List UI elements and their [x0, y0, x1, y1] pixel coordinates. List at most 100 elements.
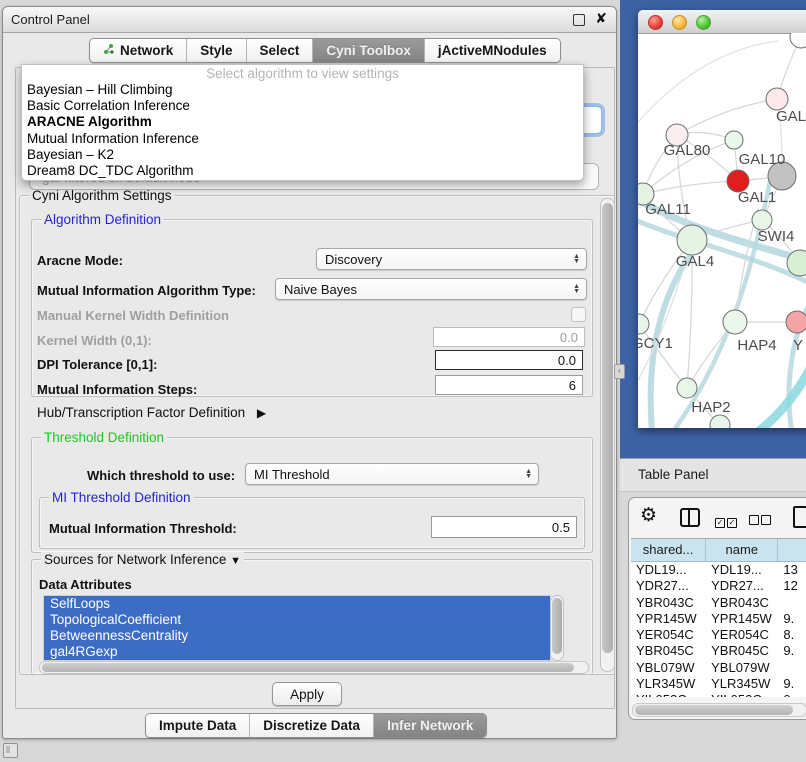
- tab-jactivemnodules[interactable]: jActiveMNodules: [425, 39, 560, 62]
- gear-icon[interactable]: ⚙: [640, 504, 657, 527]
- table-hscrollbar[interactable]: [632, 703, 806, 717]
- attribute-list-scrollbar-thumb[interactable]: [552, 598, 562, 654]
- hub-section-toggle[interactable]: Hub/Transcription Factor Definition ▶: [37, 405, 266, 420]
- table-cell: 9.: [778, 676, 806, 692]
- table-cell: YIL052C: [631, 692, 706, 697]
- table-row[interactable]: YER054CYER054C8.: [631, 627, 806, 643]
- dpi-tolerance-field[interactable]: 0.0: [435, 350, 583, 370]
- aracne-mode-combo[interactable]: Discovery ▲▼: [316, 248, 587, 270]
- panel-splitter-handle[interactable]: ‹: [614, 364, 625, 379]
- network-canvas-container: GALGAL80GAL10GAL1GAL11SWI4GAL4GCY1HAP4YH…: [638, 33, 806, 428]
- node-gal10[interactable]: [725, 131, 743, 149]
- group-title: Algorithm Definition: [41, 212, 164, 227]
- table-row[interactable]: YPR145WYPR145W9.: [631, 611, 806, 627]
- table-hscrollbar-thumb[interactable]: [635, 705, 793, 715]
- network-edge[interactable]: [639, 324, 687, 388]
- settings-scrollbar-thumb[interactable]: [602, 203, 613, 653]
- attribute-list-scrollbar[interactable]: [550, 595, 564, 661]
- tab-discretize-data[interactable]: Discretize Data: [250, 714, 374, 737]
- deselect-all-icon[interactable]: [749, 512, 771, 530]
- table-row[interactable]: YLR345WYLR345W9.: [631, 676, 806, 692]
- table-cell: [778, 660, 806, 676]
- table-cell: 12: [778, 578, 806, 594]
- zoom-traffic-light[interactable]: [696, 15, 711, 30]
- float-window-icon[interactable]: [573, 14, 585, 26]
- table-row[interactable]: YBL079WYBL079W: [631, 660, 806, 676]
- control-panel-titlebar[interactable]: Control Panel ✘: [3, 7, 616, 33]
- apply-button[interactable]: Apply: [272, 682, 342, 706]
- attribute-item[interactable]: TopologicalCoefficient: [44, 612, 550, 628]
- node-label: GAL1: [738, 189, 776, 206]
- mi-algorithm-type-combo[interactable]: Naive Bayes ▲▼: [275, 278, 587, 300]
- network-window-titlebar[interactable]: [638, 10, 806, 34]
- table-panel-card: ⚙ ✓✓ shared... name YDL19...YDL19...13YD…: [628, 497, 806, 720]
- mi-threshold-label: Mutual Information Threshold:: [49, 521, 237, 536]
- column-header[interactable]: name: [706, 539, 778, 561]
- algorithm-popup: Select algorithm to view settings Bayesi…: [21, 64, 584, 181]
- control-panel-title: Control Panel: [11, 12, 90, 27]
- tab-style[interactable]: Style: [187, 39, 246, 62]
- manual-kernel-checkbox[interactable]: [571, 307, 586, 322]
- network-edge[interactable]: [643, 181, 738, 194]
- node-hap4[interactable]: [723, 310, 747, 334]
- attribute-item[interactable]: SelfLoops: [44, 596, 550, 612]
- tab-cyni-toolbox[interactable]: Cyni Toolbox: [313, 39, 425, 62]
- export-table-icon[interactable]: [793, 506, 806, 528]
- tab-infer-network[interactable]: Infer Network: [374, 714, 486, 737]
- minimize-traffic-light[interactable]: [672, 15, 687, 30]
- popup-item[interactable]: Bayesian – K2: [22, 147, 583, 163]
- attribute-item[interactable]: BetweennessCentrality: [44, 628, 550, 644]
- node-hap2[interactable]: [677, 378, 697, 398]
- table-row[interactable]: YIL052CYIL052C0.: [631, 692, 806, 697]
- combo-arrows-icon: ▲▼: [573, 254, 580, 264]
- column-header[interactable]: shared...: [631, 539, 706, 561]
- tab-select[interactable]: Select: [247, 39, 314, 62]
- popup-item[interactable]: Dream8 DC_TDC Algorithm: [22, 163, 583, 179]
- node-gal4[interactable]: [677, 225, 707, 255]
- settings-scrollbar[interactable]: [600, 198, 615, 672]
- sources-hscrollbar-thumb[interactable]: [42, 663, 574, 672]
- tab-impute-data[interactable]: Impute Data: [146, 714, 250, 737]
- which-threshold-combo[interactable]: MI Threshold ▲▼: [245, 463, 539, 485]
- table-row[interactable]: YBR045CYBR045C9.: [631, 643, 806, 659]
- node-gal7[interactable]: [766, 88, 788, 110]
- network-canvas[interactable]: GALGAL80GAL10GAL1GAL11SWI4GAL4GCY1HAP4YH…: [638, 33, 806, 428]
- network-edge[interactable]: [638, 41, 778, 128]
- table-cell: YDR27...: [706, 578, 778, 594]
- table-row[interactable]: YBR043CYBR043C: [631, 595, 806, 611]
- attribute-item[interactable]: gal4RGexp: [44, 644, 550, 660]
- node-gcy1[interactable]: [638, 314, 649, 334]
- mi-steps-field[interactable]: 6: [435, 375, 583, 395]
- network-edge[interactable]: [677, 99, 777, 135]
- kernel-width-field[interactable]: 0.0: [433, 327, 585, 347]
- panel-dock-icon[interactable]: [3, 743, 18, 758]
- table-cell: 8.: [778, 627, 806, 643]
- aracne-mode-label: Aracne Mode:: [37, 253, 123, 268]
- mi-threshold-field[interactable]: 0.5: [431, 516, 577, 538]
- node-gal1-label-anchor[interactable]: [752, 210, 772, 230]
- table-row[interactable]: YDR27...YDR27...12: [631, 578, 806, 594]
- group-title: Threshold Definition: [41, 430, 167, 445]
- sources-hscrollbar[interactable]: [39, 661, 589, 674]
- close-traffic-light[interactable]: [648, 15, 663, 30]
- table-cell: 0.: [778, 692, 806, 697]
- popup-item[interactable]: Basic Correlation Inference: [22, 98, 583, 114]
- column-chooser-icon[interactable]: [680, 508, 700, 527]
- tab-network[interactable]: Network: [90, 39, 187, 62]
- network-edge[interactable]: [754, 369, 806, 428]
- column-header[interactable]: [778, 539, 806, 561]
- data-attributes-label: Data Attributes: [39, 577, 132, 592]
- table-cell: YBR045C: [706, 643, 778, 659]
- close-icon[interactable]: ✘: [595, 10, 607, 27]
- control-panel-window: Control Panel ✘ Network Style Select Cyn…: [2, 6, 617, 739]
- popup-item-selected[interactable]: ARACNE Algorithm: [22, 114, 583, 130]
- popup-item[interactable]: Bayesian – Hill Climbing: [22, 82, 583, 98]
- sources-title[interactable]: Sources for Network Inference ▼: [41, 552, 244, 567]
- table-row[interactable]: YDL19...YDL19...13: [631, 562, 806, 578]
- node-salmon[interactable]: [786, 311, 806, 333]
- manual-kernel-label: Manual Kernel Width Definition: [37, 308, 229, 323]
- node-unlabeled-top[interactable]: [790, 33, 806, 48]
- table-cell: YBR043C: [631, 595, 706, 611]
- select-all-icon[interactable]: ✓✓: [715, 512, 737, 530]
- popup-item[interactable]: Mutual Information Inference: [22, 131, 583, 147]
